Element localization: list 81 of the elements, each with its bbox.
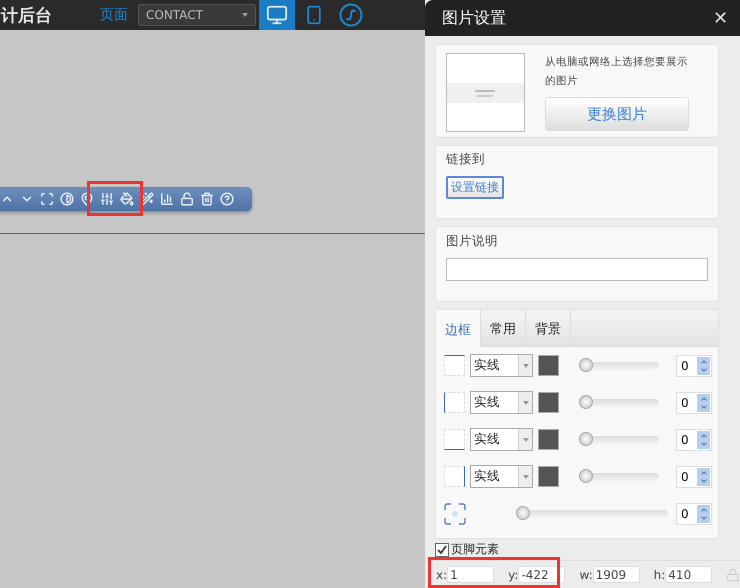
spinner-button[interactable] <box>697 468 710 486</box>
caret-icon <box>522 474 528 478</box>
monitor-icon <box>266 4 288 26</box>
coordinate-field[interactable]: -422 <box>518 566 566 583</box>
number-field[interactable]: 0 <box>676 392 712 414</box>
style-select[interactable]: 实线 <box>470 465 533 488</box>
corner-radius-icon <box>444 502 466 524</box>
caret-icon <box>242 13 248 17</box>
coordinate-label: w: <box>579 568 593 582</box>
tab[interactable]: 常用 <box>481 310 526 346</box>
tab[interactable]: 背景 <box>526 310 571 346</box>
pin-icon[interactable] <box>80 192 94 206</box>
border-side-icon <box>444 429 465 450</box>
slider-thumb[interactable] <box>579 358 593 372</box>
trash-icon[interactable] <box>200 192 214 206</box>
replace-image-button[interactable]: 更换图片 <box>545 97 689 131</box>
chevron-up-icon <box>700 468 708 476</box>
slider-thumb[interactable] <box>579 432 593 446</box>
slider-thumb[interactable] <box>579 394 593 408</box>
slider-thumb[interactable] <box>579 468 593 482</box>
style-select[interactable]: 实线 <box>470 354 533 377</box>
unlock-icon[interactable] <box>180 192 194 206</box>
link-circle-icon <box>339 3 363 27</box>
panel-title: 图片设置 <box>442 8 506 28</box>
chevron-down-icon <box>700 366 708 374</box>
page-label: 页面 <box>100 6 128 24</box>
chevron-down-icon <box>700 440 708 448</box>
spinner-button[interactable] <box>697 356 710 374</box>
app-title: 计后台 <box>1 4 53 26</box>
spinner-button[interactable] <box>697 394 710 412</box>
coordinate-field[interactable]: 1909 <box>592 566 640 583</box>
slider-thumb[interactable] <box>516 506 530 520</box>
caption-field[interactable] <box>446 258 708 281</box>
coordinate-label: x: <box>436 568 448 582</box>
color-swatch[interactable] <box>538 355 559 376</box>
chevron-down-icon <box>700 476 708 484</box>
chevron-up-icon <box>700 358 708 366</box>
help-icon[interactable] <box>220 192 234 206</box>
image-hint: 从电脑或网络上选择您要展示的图片 <box>545 55 689 89</box>
spinner-button[interactable] <box>697 430 710 448</box>
color-swatch[interactable] <box>538 392 559 413</box>
number-field[interactable]: 0 <box>676 466 712 488</box>
contrast-icon[interactable] <box>60 192 74 206</box>
border-side-icon <box>444 355 465 376</box>
tab[interactable]: 边框 <box>436 310 481 347</box>
bar-chart-icon[interactable] <box>160 192 174 206</box>
chevron-down-icon <box>700 514 708 522</box>
style-select[interactable]: 实线 <box>470 391 533 414</box>
color-swatch[interactable] <box>538 429 559 450</box>
device-button[interactable] <box>259 0 295 30</box>
caret-icon <box>522 364 528 368</box>
coordinate-field[interactable]: 410 <box>665 566 712 583</box>
footer-element-checkbox[interactable]: 页脚元素 <box>435 541 499 558</box>
page-select[interactable]: CONTACT <box>138 4 256 26</box>
chevron-up-icon <box>700 432 708 440</box>
border-side-icon <box>444 392 465 413</box>
coordinate-label: y: <box>508 568 518 582</box>
style-select[interactable]: 实线 <box>470 428 533 451</box>
border-side-icon <box>444 466 465 487</box>
close-button[interactable]: ✕ <box>713 7 728 29</box>
number-field[interactable]: 0 <box>676 354 712 376</box>
paint-bucket-icon[interactable] <box>120 192 134 206</box>
spinner-button[interactable] <box>697 504 710 522</box>
number-field[interactable]: 0 <box>676 428 712 450</box>
chevron-down-icon <box>700 402 708 410</box>
check-icon <box>437 544 447 554</box>
set-link-button[interactable]: 设置链接 <box>446 176 504 199</box>
magic-wand-icon[interactable] <box>140 192 154 206</box>
color-swatch[interactable] <box>538 466 559 487</box>
chevron-up-icon <box>700 506 708 514</box>
caption-label: 图片说明 <box>446 233 499 250</box>
link-label: 链接到 <box>446 151 486 168</box>
caret-icon <box>522 438 528 442</box>
coordinate-field[interactable]: 1 <box>447 566 494 583</box>
coordinate-label: h: <box>654 568 666 582</box>
chevron-up-icon <box>700 394 708 402</box>
sliders-icon[interactable] <box>100 192 114 206</box>
crop-icon[interactable] <box>40 192 54 206</box>
number-field[interactable]: 0 <box>676 502 712 524</box>
highlight-frame <box>87 181 143 216</box>
caret-icon <box>522 400 528 404</box>
